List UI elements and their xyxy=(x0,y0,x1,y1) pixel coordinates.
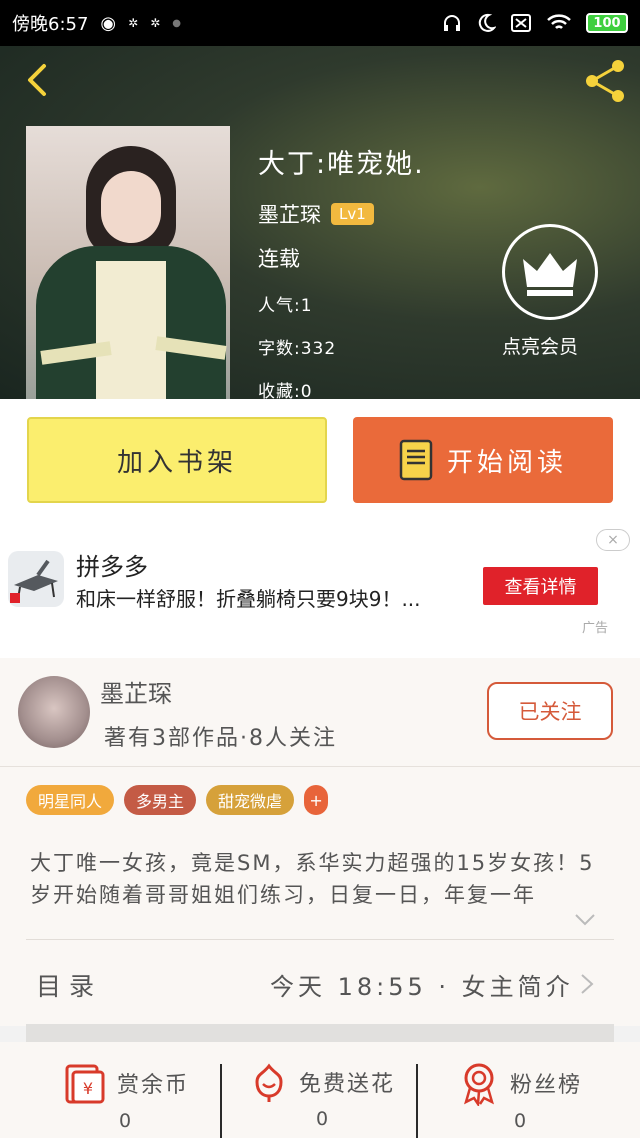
share-icon[interactable] xyxy=(580,56,630,106)
popularity-stat: 人气:1 xyxy=(258,296,313,316)
ad-thumbnail[interactable] xyxy=(8,551,64,607)
author-name[interactable]: 墨芷琛 xyxy=(100,674,172,709)
notification-icon: ● xyxy=(172,17,181,29)
status-bar: 傍晚6:57 ◉ ✲ ✲ ● 100 xyxy=(0,0,640,46)
reward-fans[interactable]: 粉丝榜 0 xyxy=(440,1060,600,1136)
tag[interactable]: 明星同人 xyxy=(26,785,115,815)
start-reading-label: 开始阅读 xyxy=(446,447,567,478)
book-details: 明星同人 多男主 甜宠微虐 + 大丁唯一女孩，竟是SM，系华实力超强的15岁女孩… xyxy=(0,766,640,1026)
author-meta: 著有3部作品·8人关注 xyxy=(104,726,337,751)
status-time: 傍晚6:57 xyxy=(12,14,89,35)
avatar[interactable] xyxy=(18,676,90,748)
notification-icon: ✲ xyxy=(150,16,161,30)
red-envelope-icon: ¥ xyxy=(65,1064,105,1104)
reward-coins-label: 赏余币 xyxy=(116,1073,189,1098)
notification-icon: ◉ xyxy=(100,12,117,34)
headphones-icon xyxy=(444,15,460,31)
book-cover xyxy=(26,126,230,399)
ad-text[interactable]: 和床一样舒服！折叠躺椅只要9块9！... xyxy=(76,583,476,612)
ad-brand[interactable]: 拼多多 xyxy=(76,547,148,582)
chevron-right-icon[interactable] xyxy=(580,973,594,995)
book-header: 大丁:唯宠她. 墨芷琛 Lv1 连载 人气:1 字数:332 收藏:0 点亮会员 xyxy=(0,46,640,399)
ad-banner[interactable]: 拼多多 和床一样舒服！折叠躺椅只要9块9！... 查看详情 × 广告 xyxy=(0,521,640,658)
tag[interactable]: 多男主 xyxy=(124,785,197,815)
battery-indicator: 100 xyxy=(586,13,628,33)
ad-close-button[interactable]: × xyxy=(596,529,630,551)
reward-flower[interactable]: 免费送花 0 xyxy=(232,1060,412,1136)
add-to-shelf-label: 加入书架 xyxy=(116,447,237,478)
ad-details-button[interactable]: 查看详情 xyxy=(483,567,598,605)
author-card: 墨芷琛 著有3部作品·8人关注 已关注 xyxy=(0,658,640,766)
vip-label[interactable]: 点亮会员 xyxy=(502,332,612,359)
divider xyxy=(220,1064,222,1138)
reward-coins[interactable]: ¥ 赏余币 0 xyxy=(50,1060,200,1136)
reward-bar: ¥ 赏余币 0 免费送花 0 粉丝榜 0 xyxy=(0,1042,640,1138)
follow-button[interactable]: 已关注 xyxy=(487,682,613,740)
toc-label[interactable]: 目录 xyxy=(36,967,102,1003)
book-author[interactable]: 墨芷琛 xyxy=(258,199,321,229)
reward-flower-label: 免费送花 xyxy=(298,1072,395,1097)
tag[interactable]: 甜宠微虐 xyxy=(206,785,295,815)
favorites-stat: 收藏:0 xyxy=(258,382,313,399)
book-intro[interactable]: 大丁唯一女孩，竟是SM，系华实力超强的15岁女孩！5岁开始随着哥哥姐姐们练习，日… xyxy=(30,847,600,911)
add-tag-button[interactable]: + xyxy=(304,785,329,815)
book-icon xyxy=(399,439,433,481)
reward-flower-count: 0 xyxy=(315,1108,329,1130)
flower-icon xyxy=(255,1063,283,1102)
start-reading-button[interactable]: 开始阅读 xyxy=(353,417,613,503)
book-title: 大丁:唯宠她. xyxy=(258,149,425,180)
crown-icon xyxy=(523,253,577,296)
no-sim-icon xyxy=(511,14,531,32)
section-separator xyxy=(26,1024,614,1042)
word-count-stat: 字数:332 xyxy=(258,339,337,359)
wifi-icon xyxy=(547,14,571,29)
book-info: 大丁:唯宠她. 墨芷琛 Lv1 连载 人气:1 字数:332 收藏:0 xyxy=(258,142,425,399)
reward-fans-count: 0 xyxy=(513,1110,527,1132)
reward-coins-count: 0 xyxy=(118,1110,132,1132)
book-status: 连载 xyxy=(258,247,300,271)
add-to-shelf-button[interactable]: 加入书架 xyxy=(27,417,327,503)
ad-tag: 广告 xyxy=(582,621,609,636)
action-bar: 加入书架 开始阅读 xyxy=(0,399,640,521)
notification-icon: ✲ xyxy=(128,16,139,30)
level-badge: Lv1 xyxy=(331,203,374,225)
reward-fans-label: 粉丝榜 xyxy=(509,1073,582,1098)
vip-button[interactable] xyxy=(502,224,598,320)
divider xyxy=(416,1064,418,1138)
chevron-down-icon[interactable] xyxy=(574,913,596,927)
divider xyxy=(26,939,614,940)
moon-icon xyxy=(478,13,496,32)
toc-latest-chapter[interactable]: 今天 18:55 · 女主简介 xyxy=(270,967,574,1002)
tag-list: 明星同人 多男主 甜宠微虐 + xyxy=(26,785,329,815)
svg-text:¥: ¥ xyxy=(83,1079,93,1098)
medal-icon xyxy=(464,1063,494,1106)
back-icon[interactable] xyxy=(18,60,58,100)
